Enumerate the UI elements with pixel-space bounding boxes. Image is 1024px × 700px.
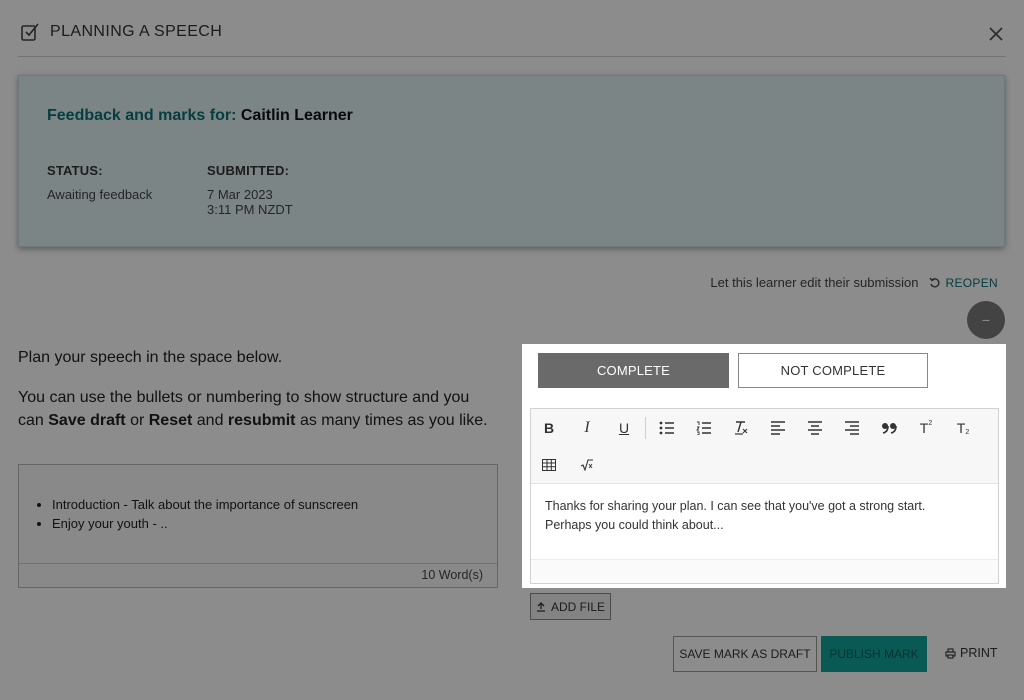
list-item: Introduction - Talk about the importance… — [52, 495, 358, 514]
complete-button[interactable]: COMPLETE — [538, 353, 729, 388]
align-center-icon — [808, 421, 822, 435]
bullet-list-icon — [659, 421, 674, 435]
not-complete-button[interactable]: NOT COMPLETE — [738, 353, 928, 388]
reopen-label: REOPEN — [945, 275, 998, 290]
undo-icon — [929, 277, 939, 287]
submitted-time: 3:11 PM NZDT — [207, 202, 293, 217]
subscript-button[interactable]: T2 — [950, 415, 976, 441]
save-mark-draft-button[interactable]: SAVE MARK AS DRAFT — [673, 636, 817, 672]
square-root-icon — [580, 459, 593, 471]
align-center-button[interactable] — [802, 415, 828, 441]
underline-button[interactable]: U — [611, 415, 637, 441]
feedback-title-prefix: Feedback and marks for: — [47, 107, 237, 124]
page-header: PLANNING A SPEECH — [18, 16, 1006, 57]
align-left-button[interactable] — [765, 415, 791, 441]
feedback-card: Feedback and marks for: Caitlin Learner … — [18, 75, 1005, 247]
upload-icon — [536, 601, 545, 612]
italic-button[interactable]: I — [574, 415, 600, 441]
instructions: Plan your speech in the space below. You… — [18, 346, 498, 449]
feedback-line: Perhaps you could think about... — [545, 518, 724, 532]
word-count: 10 Word(s) — [19, 563, 497, 587]
align-left-icon — [771, 421, 785, 435]
print-button[interactable]: PRINT — [945, 646, 998, 660]
feedback-text[interactable]: Thanks for sharing your plan. I can see … — [545, 497, 984, 535]
page-title: PLANNING A SPEECH — [50, 23, 223, 40]
add-file-button[interactable]: ADD FILE — [530, 593, 611, 620]
feedback-title: Feedback and marks for: Caitlin Learner — [47, 107, 353, 125]
submission-list: Introduction - Talk about the importance… — [52, 495, 358, 533]
reopen-row: Let this learner edit their submission R… — [710, 275, 998, 290]
printer-icon — [945, 647, 956, 659]
publish-mark-button[interactable]: PUBLISH MARK — [821, 636, 927, 672]
instructions-line-2: You can use the bullets or numbering to … — [18, 389, 488, 429]
status-label: STATUS: — [47, 163, 103, 178]
clear-format-button[interactable] — [728, 415, 754, 441]
close-icon[interactable] — [988, 26, 1004, 42]
bold-button[interactable]: B — [536, 415, 562, 441]
clear-format-icon — [735, 421, 748, 435]
reopen-button[interactable]: REOPEN — [929, 276, 998, 290]
math-equation-button[interactable] — [574, 452, 600, 478]
submitted-value: 7 Mar 2023 3:11 PM NZDT — [207, 187, 293, 217]
blockquote-button[interactable] — [876, 415, 902, 441]
table-button[interactable] — [536, 452, 562, 478]
reopen-description: Let this learner edit their submission — [710, 275, 919, 290]
toolbar-divider — [645, 417, 646, 439]
align-right-icon — [845, 421, 859, 435]
table-icon — [542, 459, 556, 471]
learner-submission: Introduction - Talk about the importance… — [18, 464, 498, 588]
bullet-list-button[interactable] — [654, 415, 680, 441]
learner-name: Caitlin Learner — [240, 107, 353, 124]
status-value: Awaiting feedback — [47, 187, 153, 202]
add-file-label: ADD FILE — [550, 599, 605, 614]
submitted-label: SUBMITTED: — [207, 163, 290, 178]
print-label: PRINT — [960, 646, 998, 660]
submitted-date: 7 Mar 2023 — [207, 187, 273, 202]
feedback-line: Thanks for sharing your plan. I can see … — [545, 499, 926, 513]
collapse-label: − — [981, 312, 991, 328]
list-item: Enjoy your youth - .. — [52, 514, 358, 533]
task-check-icon — [21, 23, 39, 41]
numbered-list-icon — [696, 421, 711, 435]
marking-panel: COMPLETE NOT COMPLETE B I U T 2 T 2 Than… — [522, 344, 1006, 588]
instructions-line-1: Plan your speech in the space below. — [18, 349, 283, 366]
editor-footer — [531, 559, 998, 583]
feedback-editor: B I U T 2 T 2 Thanks for sharing your pl… — [530, 408, 999, 584]
numbered-list-button[interactable] — [691, 415, 717, 441]
align-right-button[interactable] — [839, 415, 865, 441]
collapse-button[interactable]: − — [967, 301, 1005, 339]
superscript-button[interactable]: T2 — [913, 415, 939, 441]
editor-toolbar: B I U T 2 T 2 — [531, 409, 998, 484]
quote-icon — [882, 423, 897, 434]
